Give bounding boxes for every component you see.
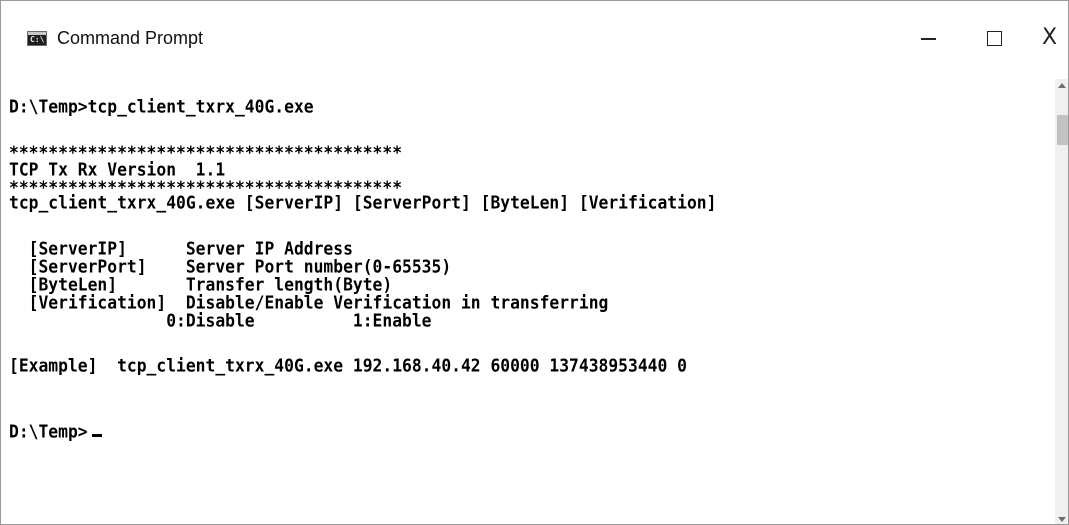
command-prompt-window: C:\ Command Prompt X D:\Temp>tcp_client_… (0, 0, 1069, 525)
console-line-command: D:\Temp>tcp_client_txrx_40G.exe (9, 97, 314, 118)
prompt-row[interactable]: D:\Temp> (9, 421, 102, 443)
vertical-scrollbar[interactable] (1055, 79, 1068, 524)
scroll-up-arrow-icon[interactable] (1058, 83, 1066, 88)
console-line-prompt: D:\Temp> (9, 422, 88, 443)
maximize-icon (987, 31, 1002, 46)
minimize-button[interactable] (905, 17, 951, 61)
console-output[interactable]: D:\Temp>tcp_client_txrx_40G.exe ********… (1, 79, 1055, 524)
console-line-example: [Example] tcp_client_txrx_40G.exe 192.16… (9, 356, 687, 377)
text-cursor (91, 434, 102, 437)
cmd-icon[interactable]: C:\ (27, 31, 47, 46)
close-button[interactable]: X (1031, 17, 1068, 61)
scroll-down-arrow-icon[interactable] (1058, 517, 1066, 522)
console-line-usage: tcp_client_txrx_40G.exe [ServerIP] [Serv… (9, 193, 717, 214)
window-title: Command Prompt (57, 28, 204, 48)
cmd-icon-text: C:\ (30, 35, 45, 44)
minimize-icon (921, 38, 936, 40)
scroll-thumb[interactable] (1057, 115, 1068, 145)
maximize-button[interactable] (971, 17, 1017, 61)
console-line-options: 0:Disable 1:Enable (9, 311, 432, 332)
close-icon: X (1042, 25, 1058, 50)
title-bar[interactable]: C:\ Command Prompt X (1, 1, 1068, 79)
